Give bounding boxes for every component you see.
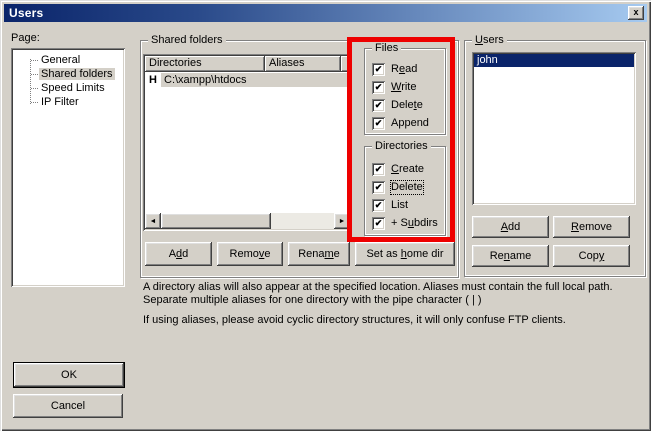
check-icon: ✔	[375, 81, 383, 94]
column-header-aliases[interactable]: Aliases	[265, 56, 341, 72]
user-remove-button[interactable]: Remove	[553, 216, 630, 238]
tree-branch-icon	[31, 74, 38, 75]
folder-rename-button[interactable]: Rename	[288, 242, 350, 266]
checkbox-row-list[interactable]: ✔ List	[372, 199, 445, 212]
check-icon: ✔	[375, 99, 383, 112]
close-icon: x	[633, 7, 638, 17]
directory-cell[interactable]: C:\xampp\htdocs	[161, 73, 350, 87]
append-checkbox[interactable]: ✔	[372, 117, 385, 130]
arrow-left-icon: ◄	[150, 218, 157, 225]
subdirs-checkbox[interactable]: ✔	[372, 217, 385, 230]
tree-item-general[interactable]: General	[11, 53, 125, 67]
users-dialog: Users x Page: General Shared folders Spe…	[0, 0, 651, 431]
check-icon: ✔	[375, 163, 383, 176]
table-header: Directories Aliases	[145, 56, 350, 72]
folder-add-button[interactable]: Add	[145, 242, 212, 266]
scrollbar-thumb[interactable]	[161, 213, 271, 229]
list-checkbox[interactable]: ✔	[372, 199, 385, 212]
checkbox-row-create[interactable]: ✔ Create	[372, 163, 445, 176]
alias-help-text: A directory alias will also appear at th…	[143, 281, 648, 327]
files-permissions-group: Files ✔ Read ✔ Write ✔ Delete ✔ Append	[364, 48, 446, 135]
folder-remove-button[interactable]: Remove	[217, 242, 283, 266]
read-checkbox[interactable]: ✔	[372, 63, 385, 76]
cancel-button[interactable]: Cancel	[13, 394, 123, 418]
scroll-left-button[interactable]: ◄	[145, 213, 161, 229]
shared-folders-group-label: Shared folders	[148, 34, 226, 46]
alias-help-paragraph-2: If using aliases, please avoid cyclic di…	[143, 314, 648, 327]
tree-item-ip-filter[interactable]: IP Filter	[11, 95, 125, 109]
home-directory-flag: H	[145, 73, 161, 87]
users-list[interactable]: john	[472, 52, 636, 205]
column-header-filler	[341, 56, 350, 72]
user-add-button[interactable]: Add	[472, 216, 549, 238]
delete-file-checkbox[interactable]: ✔	[372, 99, 385, 112]
check-icon: ✔	[375, 217, 383, 230]
tree-item-shared-folders[interactable]: Shared folders	[11, 67, 125, 81]
create-checkbox[interactable]: ✔	[372, 163, 385, 176]
scroll-right-button[interactable]: ►	[334, 213, 350, 229]
scrollbar-track[interactable]	[271, 213, 334, 229]
title-bar[interactable]: Users x	[4, 4, 647, 22]
ok-button[interactable]: OK	[13, 362, 125, 388]
set-as-home-dir-button[interactable]: Set as home dir	[355, 242, 455, 266]
directories-group-label: Directories	[372, 140, 431, 152]
tree-branch-icon	[31, 88, 38, 89]
delete-dir-checkbox[interactable]: ✔	[372, 181, 385, 194]
users-group-label: Users	[472, 34, 507, 46]
checkbox-row-delete-file[interactable]: ✔ Delete	[372, 99, 445, 112]
column-header-directories[interactable]: Directories	[145, 56, 265, 72]
tree-branch-icon	[31, 60, 38, 61]
window-title: Users	[4, 6, 43, 20]
user-rename-button[interactable]: Rename	[472, 245, 549, 267]
close-button[interactable]: x	[628, 6, 644, 20]
user-list-item[interactable]: john	[474, 54, 634, 67]
user-copy-button[interactable]: Copy	[553, 245, 630, 267]
page-tree[interactable]: General Shared folders Speed Limits IP F…	[11, 48, 125, 287]
checkbox-row-delete-dir[interactable]: ✔ Delete	[372, 181, 445, 194]
horizontal-scrollbar[interactable]: ◄ ►	[145, 213, 350, 229]
checkbox-row-read[interactable]: ✔ Read	[372, 63, 445, 76]
arrow-right-icon: ►	[339, 218, 346, 225]
write-checkbox[interactable]: ✔	[372, 81, 385, 94]
shared-folders-table[interactable]: Directories Aliases H C:\xampp\htdocs ◄ …	[143, 54, 352, 231]
check-icon: ✔	[375, 181, 383, 194]
checkbox-row-write[interactable]: ✔ Write	[372, 81, 445, 94]
alias-help-paragraph-1: A directory alias will also appear at th…	[143, 281, 648, 307]
check-icon: ✔	[375, 63, 383, 76]
directories-permissions-group: Directories ✔ Create ✔ Delete ✔ List ✔ +…	[364, 146, 446, 236]
files-group-label: Files	[372, 42, 401, 54]
check-icon: ✔	[375, 199, 383, 212]
check-icon: ✔	[375, 117, 383, 130]
tree-item-speed-limits[interactable]: Speed Limits	[11, 81, 125, 95]
tree-branch-icon	[31, 102, 38, 103]
table-row[interactable]: H C:\xampp\htdocs	[145, 73, 350, 87]
checkbox-row-append[interactable]: ✔ Append	[372, 117, 445, 130]
checkbox-row-subdirs[interactable]: ✔ + Subdirs	[372, 217, 445, 230]
page-label: Page:	[11, 32, 40, 44]
